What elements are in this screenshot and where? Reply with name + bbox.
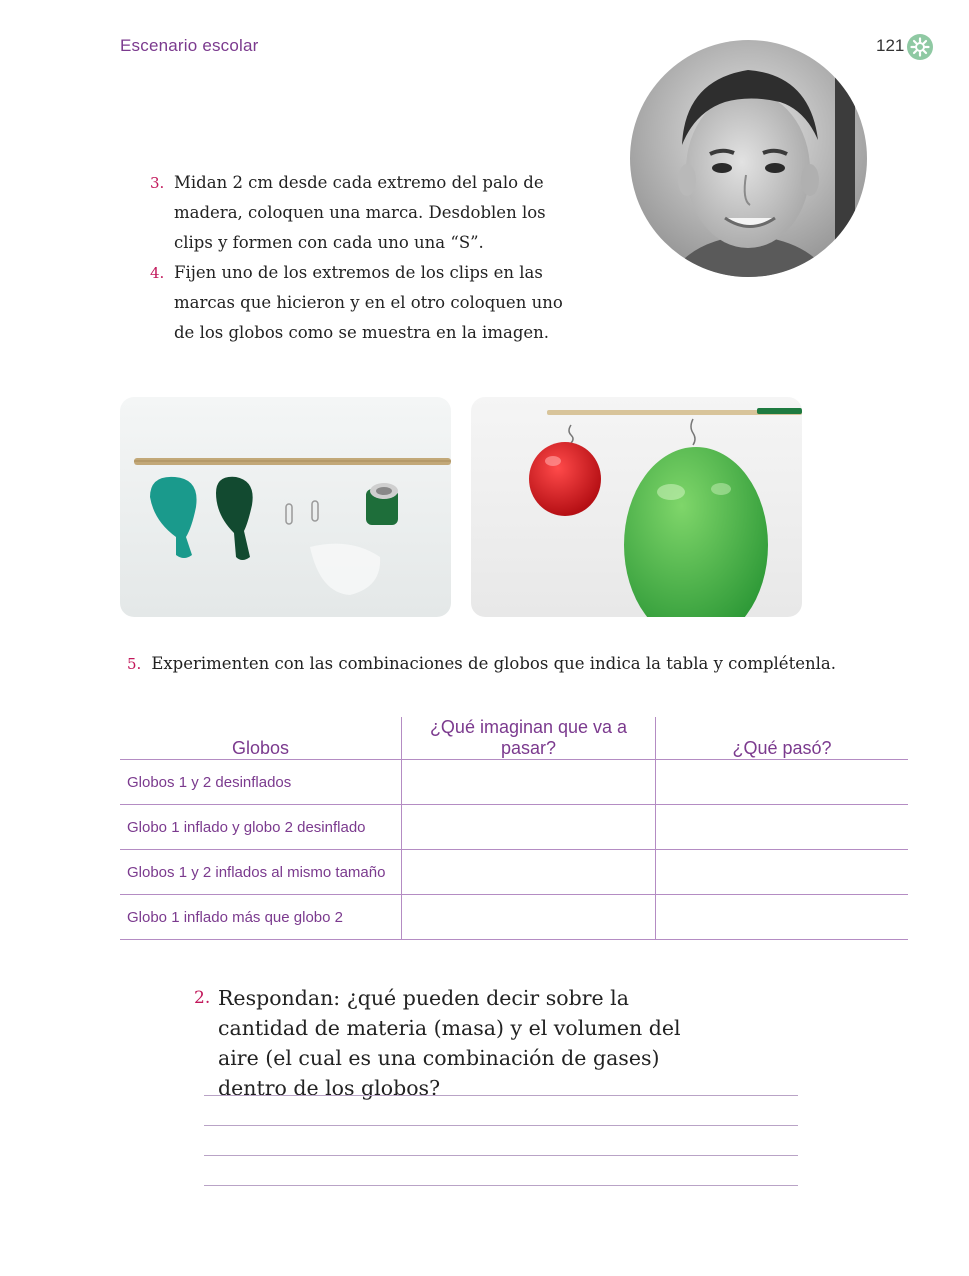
- instruction-list: 3. Midan 2 cm desde cada extremo del pal…: [150, 168, 570, 348]
- instruction-item: 4. Fijen uno de los extremos de los clip…: [150, 258, 570, 348]
- gear-icon: [907, 34, 933, 60]
- table-row: Globo 1 inflado y globo 2 desinflado: [120, 804, 908, 850]
- column-header-globos: Globos: [120, 717, 402, 760]
- result-cell[interactable]: [655, 759, 908, 805]
- row-label: Globos 1 y 2 inflados al mismo tamaño: [120, 849, 402, 895]
- prediction-cell[interactable]: [401, 894, 656, 940]
- column-header-result: ¿Qué pasó?: [655, 717, 908, 760]
- instruction-text: Fijen uno de los extremos de los clips e…: [174, 263, 563, 342]
- prediction-cell[interactable]: [401, 759, 656, 805]
- answer-line[interactable]: [204, 1095, 798, 1096]
- page-number: 121: [876, 36, 905, 55]
- result-cell[interactable]: [655, 894, 908, 940]
- question-2-number: 2.: [194, 988, 211, 1008]
- instruction-item: 3. Midan 2 cm desde cada extremo del pal…: [150, 168, 570, 258]
- prediction-cell[interactable]: [401, 804, 656, 850]
- balloons-photo: [471, 397, 802, 617]
- row-label: Globos 1 y 2 desinflados: [120, 759, 402, 805]
- materials-photo: [120, 397, 451, 617]
- student-portrait-image: [630, 40, 867, 277]
- instruction-text: Midan 2 cm desde cada extremo del palo d…: [174, 173, 546, 252]
- column-header-prediction: ¿Qué imaginan que va a pasar?: [401, 717, 656, 760]
- row-label: Globo 1 inflado y globo 2 desinflado: [120, 804, 402, 850]
- step-5: 5. Experimenten con las combinaciones de …: [127, 654, 836, 673]
- table-row: Globo 1 inflado más que globo 2: [120, 894, 908, 940]
- instruction-number: 4.: [150, 264, 165, 282]
- result-cell[interactable]: [655, 849, 908, 895]
- results-table: Globos ¿Qué imaginan que va a pasar? ¿Qu…: [120, 717, 908, 940]
- answer-line[interactable]: [204, 1185, 798, 1186]
- answer-line[interactable]: [204, 1155, 798, 1156]
- result-cell[interactable]: [655, 804, 908, 850]
- question-2-text: Respondan: ¿qué pueden decir sobre la ca…: [218, 986, 681, 1100]
- table-row: Globos 1 y 2 desinflados: [120, 759, 908, 805]
- section-title: Escenario escolar: [120, 36, 259, 55]
- row-label: Globo 1 inflado más que globo 2: [120, 894, 402, 940]
- step-5-text: Experimenten con las combinaciones de gl…: [151, 654, 836, 673]
- instruction-number: 3.: [150, 174, 165, 192]
- table-row: Globos 1 y 2 inflados al mismo tamaño: [120, 849, 908, 895]
- prediction-cell[interactable]: [401, 849, 656, 895]
- step-5-number: 5.: [127, 655, 142, 673]
- question-2: 2. Respondan: ¿qué pueden decir sobre la…: [194, 983, 714, 1103]
- answer-line[interactable]: [204, 1125, 798, 1126]
- table-header-row: Globos ¿Qué imaginan que va a pasar? ¿Qu…: [120, 717, 908, 760]
